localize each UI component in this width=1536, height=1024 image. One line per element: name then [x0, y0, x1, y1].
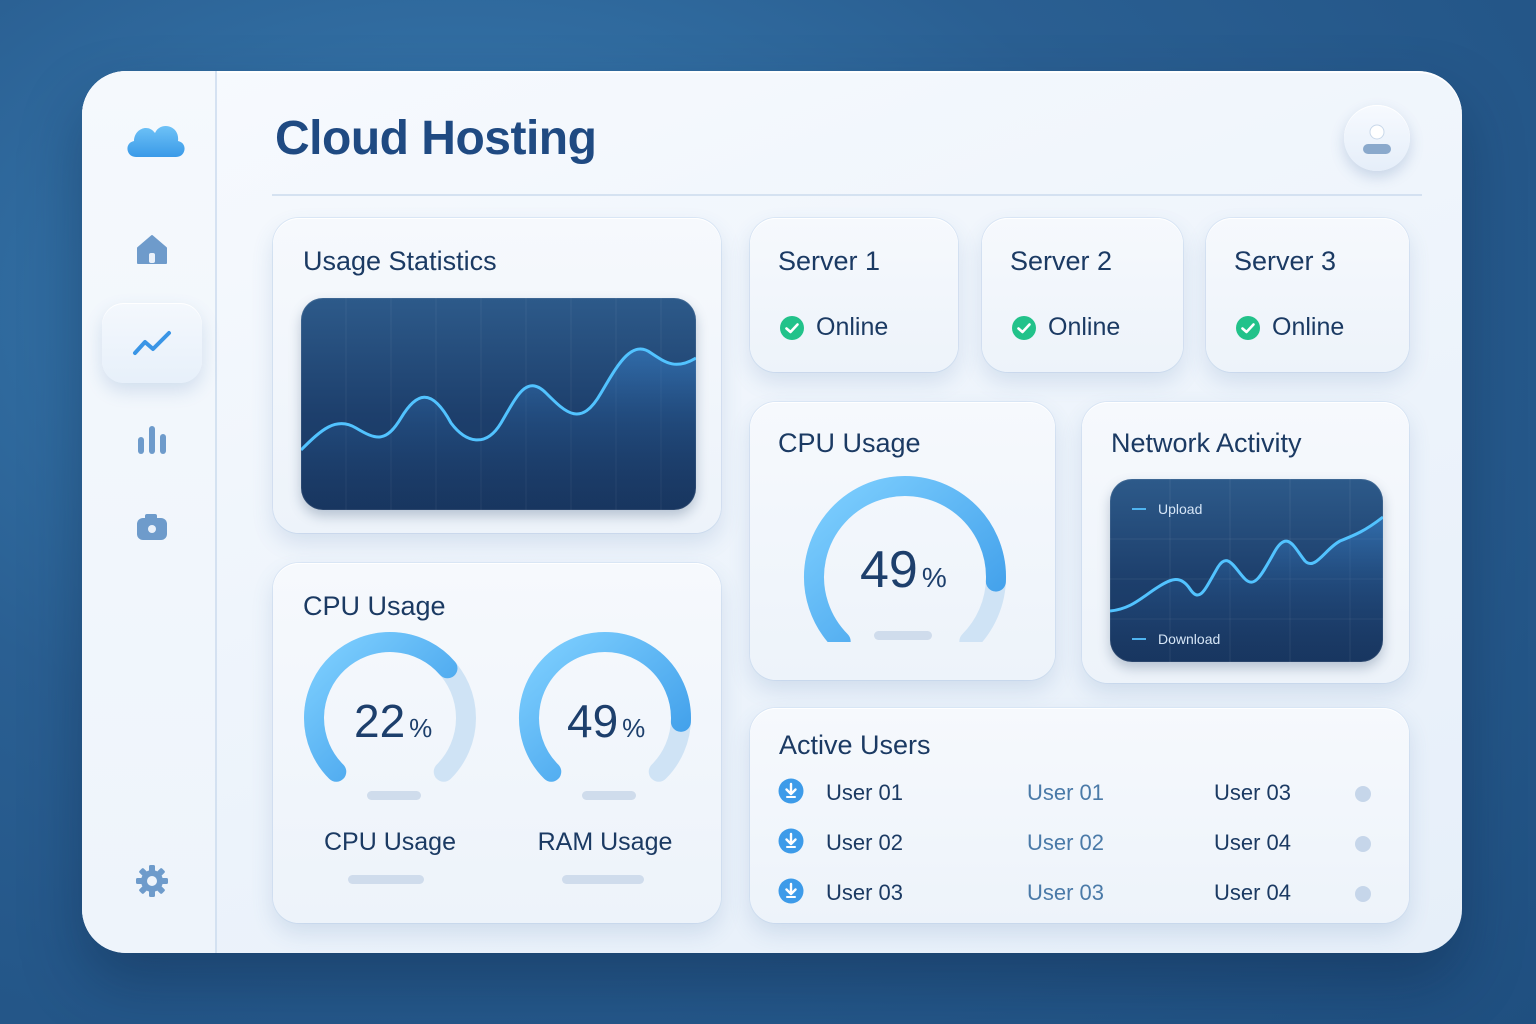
ram-small-gauge-number: 49 — [567, 695, 619, 747]
usage-statistics-chart — [301, 298, 696, 510]
cpu-gauge-number: 49 — [860, 541, 918, 599]
server-status-text: Online — [816, 313, 889, 341]
server-status: Online — [780, 313, 888, 342]
resource-usage-card: CPU Usage 22 % CPU Usage 49 % RAM Usage — [273, 563, 721, 923]
server-name: Server 3 — [1234, 246, 1337, 276]
ram-gauge-label: RAM Usage — [537, 828, 673, 856]
cpu-label-indicator — [348, 875, 424, 884]
network-activity-title: Network Activity — [1111, 428, 1302, 458]
user-name: User 03 — [826, 880, 904, 905]
user-session: User 03 — [1027, 880, 1105, 905]
gear-icon — [136, 865, 168, 897]
user-status-dot — [1355, 836, 1371, 852]
network-activity-card: Network Activity Upload Download — [1082, 402, 1409, 683]
sidebar-item-home[interactable] — [102, 209, 202, 289]
cpu-gauge-unit: % — [921, 562, 947, 593]
server-card-1[interactable]: Server 1 Online — [750, 218, 958, 372]
download-circle-icon — [778, 828, 804, 854]
user-status-dot — [1355, 886, 1371, 902]
ram-label-indicator — [562, 875, 644, 884]
user-peer: User 04 — [1214, 880, 1292, 905]
sidebar — [82, 71, 217, 953]
server-card-2[interactable]: Server 2 Online — [982, 218, 1183, 372]
download-swatch — [1132, 638, 1146, 640]
cpu-usage-title: CPU Usage — [778, 428, 921, 458]
usage-statistics-title: Usage Statistics — [303, 246, 497, 276]
page-title: Cloud Hosting — [275, 112, 597, 165]
legend-upload-label: Upload — [1158, 501, 1203, 517]
camera-icon — [137, 514, 167, 540]
download-circle-icon — [778, 878, 804, 904]
dashboard-window: Cloud Hosting Usage Statistics Server 1 … — [82, 71, 1462, 953]
cpu-small-gauge-number: 22 — [354, 695, 406, 747]
bar-chart-icon — [138, 426, 166, 454]
user-name: User 01 — [826, 780, 904, 805]
legend-download-label: Download — [1158, 631, 1221, 647]
legend-download: Download — [1132, 631, 1220, 647]
user-peer: User 04 — [1214, 830, 1292, 855]
network-activity-chart: Upload Download — [1110, 479, 1383, 662]
cpu-gauge-indicator — [874, 631, 932, 640]
user-status-dot — [1355, 786, 1371, 802]
header-divider — [272, 194, 1422, 196]
server-card-3[interactable]: Server 3 Online — [1206, 218, 1409, 372]
legend-upload: Upload — [1132, 501, 1202, 517]
user-session: User 01 — [1027, 780, 1105, 805]
cloud-logo-icon — [127, 126, 185, 157]
cpu-gauge-label: CPU Usage — [324, 828, 456, 856]
check-circle-icon — [1012, 315, 1036, 340]
server-status: Online — [1236, 313, 1344, 342]
ram-small-gauge-indicator — [582, 791, 636, 800]
user-peer: User 03 — [1214, 780, 1292, 805]
sidebar-item-settings[interactable] — [102, 841, 202, 921]
server-name: Server 1 — [778, 246, 881, 276]
user-session: User 02 — [1027, 830, 1105, 855]
cpu-small-gauge-indicator — [367, 791, 421, 800]
cpu-usage-card: CPU Usage 49 % — [750, 402, 1055, 680]
user-icon — [1363, 124, 1391, 154]
usage-line-chart — [301, 298, 696, 510]
home-icon — [137, 235, 167, 264]
usage-statistics-card: Usage Statistics — [273, 218, 721, 533]
upload-swatch — [1132, 508, 1146, 510]
sidebar-item-media[interactable] — [102, 487, 202, 567]
sidebar-item-reports[interactable] — [102, 399, 202, 479]
user-name: User 02 — [826, 830, 904, 855]
check-circle-icon — [780, 315, 804, 340]
cpu-gauge-value: 49 % — [860, 540, 947, 600]
active-users-card: Active Users User 01 User 01 User 03 User 0… — [750, 708, 1409, 923]
sidebar-item-analytics[interactable] — [102, 303, 202, 383]
check-circle-icon — [1236, 315, 1260, 340]
ram-small-gauge-value: 49 % — [567, 694, 645, 748]
user-avatar-button[interactable] — [1344, 105, 1410, 171]
server-status-text: Online — [1272, 313, 1345, 341]
active-users-title: Active Users — [779, 730, 931, 760]
server-name: Server 2 — [1010, 246, 1113, 276]
server-status: Online — [1012, 313, 1120, 342]
cpu-small-gauge-unit: % — [409, 713, 433, 743]
resource-usage-title: CPU Usage — [303, 591, 446, 621]
download-circle-icon — [778, 778, 804, 804]
analytics-icon — [133, 331, 171, 355]
ram-small-gauge-unit: % — [622, 713, 646, 743]
cpu-small-gauge-value: 22 % — [354, 694, 432, 748]
server-status-text: Online — [1048, 313, 1121, 341]
